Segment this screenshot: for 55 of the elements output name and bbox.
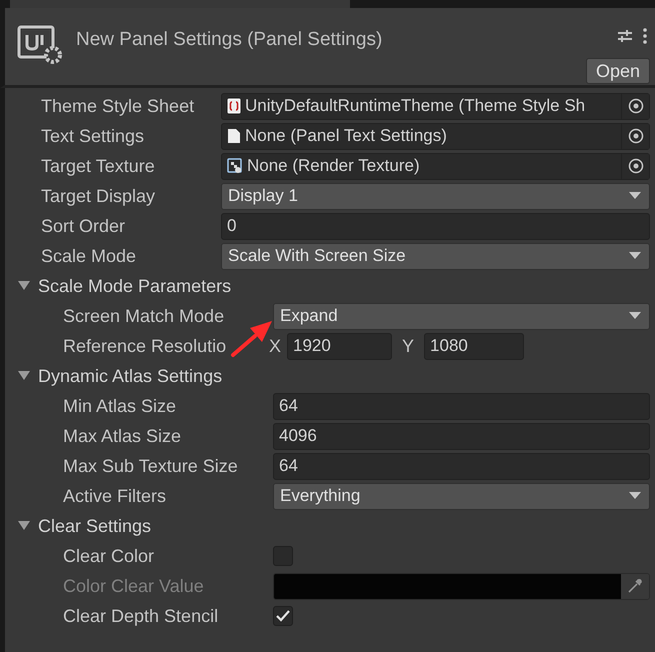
dropdown[interactable]: Expand: [273, 302, 650, 330]
object-field[interactable]: None (Render Texture): [221, 152, 650, 180]
texture-icon: [227, 158, 243, 174]
checkmark-icon: [276, 610, 290, 622]
stylesheet-icon: [227, 98, 241, 114]
checkbox[interactable]: [273, 546, 293, 566]
dropdown[interactable]: Everything: [273, 482, 650, 510]
eyedropper-icon[interactable]: [627, 578, 643, 594]
foldout-label: Dynamic Atlas Settings: [38, 364, 222, 388]
ui-settings-icon: [17, 25, 63, 65]
dropdown-arrow-icon: [629, 312, 641, 320]
dropdown-arrow-icon: [629, 252, 641, 260]
field-label: Theme Style Sheet: [41, 94, 194, 118]
object-field[interactable]: UnityDefaultRuntimeTheme (Theme Style Sh: [221, 92, 650, 120]
field-label: Reference Resolutio: [63, 334, 226, 358]
field-label: Color Clear Value: [63, 574, 204, 598]
foldout-label: Scale Mode Parameters: [38, 274, 232, 298]
expanded-triangle-icon[interactable]: [18, 521, 30, 531]
dropdown-arrow-icon: [629, 492, 641, 500]
expanded-triangle-icon[interactable]: [18, 281, 30, 291]
number-field[interactable]: 0: [221, 212, 650, 240]
field-label: Min Atlas Size: [63, 394, 176, 418]
field-label: Active Filters: [63, 484, 166, 508]
dropdown-arrow-icon: [629, 192, 641, 200]
field-label: Scale Mode: [41, 244, 136, 268]
dropdown[interactable]: Display 1: [221, 182, 650, 210]
more-options-icon[interactable]: [643, 28, 647, 44]
number-field[interactable]: 64: [273, 452, 650, 480]
dropdown[interactable]: Scale With Screen Size: [221, 242, 650, 270]
sliders-icon[interactable]: [617, 28, 633, 44]
field-label: Target Display: [41, 184, 156, 208]
open-button[interactable]: Open: [586, 58, 650, 84]
number-field[interactable]: 4096: [273, 422, 650, 450]
number-field[interactable]: 64: [273, 392, 650, 420]
window-title: New Panel Settings (Panel Settings): [76, 28, 382, 52]
object-field[interactable]: None (Panel Text Settings): [221, 122, 650, 150]
field-label: Text Settings: [41, 124, 144, 148]
target-picker-icon[interactable]: [628, 98, 644, 114]
foldout-label: Clear Settings: [38, 514, 152, 538]
field-label: Screen Match Mode: [63, 304, 224, 328]
target-picker-icon[interactable]: [628, 158, 644, 174]
field-label: Max Sub Texture Size: [63, 454, 238, 478]
field-label: Clear Depth Stencil: [63, 604, 218, 628]
axis-label: Y: [402, 334, 414, 358]
target-picker-icon[interactable]: [628, 128, 644, 144]
field-label: Target Texture: [41, 154, 155, 178]
field-label: Sort Order: [41, 214, 126, 238]
file-icon: [227, 128, 241, 144]
expanded-triangle-icon[interactable]: [18, 371, 30, 381]
number-field[interactable]: 1080: [424, 332, 524, 360]
field-label: Clear Color: [63, 544, 154, 568]
checkbox[interactable]: [273, 606, 293, 626]
field-label: Max Atlas Size: [63, 424, 182, 448]
axis-label: X: [269, 334, 282, 358]
number-field[interactable]: 1920: [287, 332, 392, 360]
